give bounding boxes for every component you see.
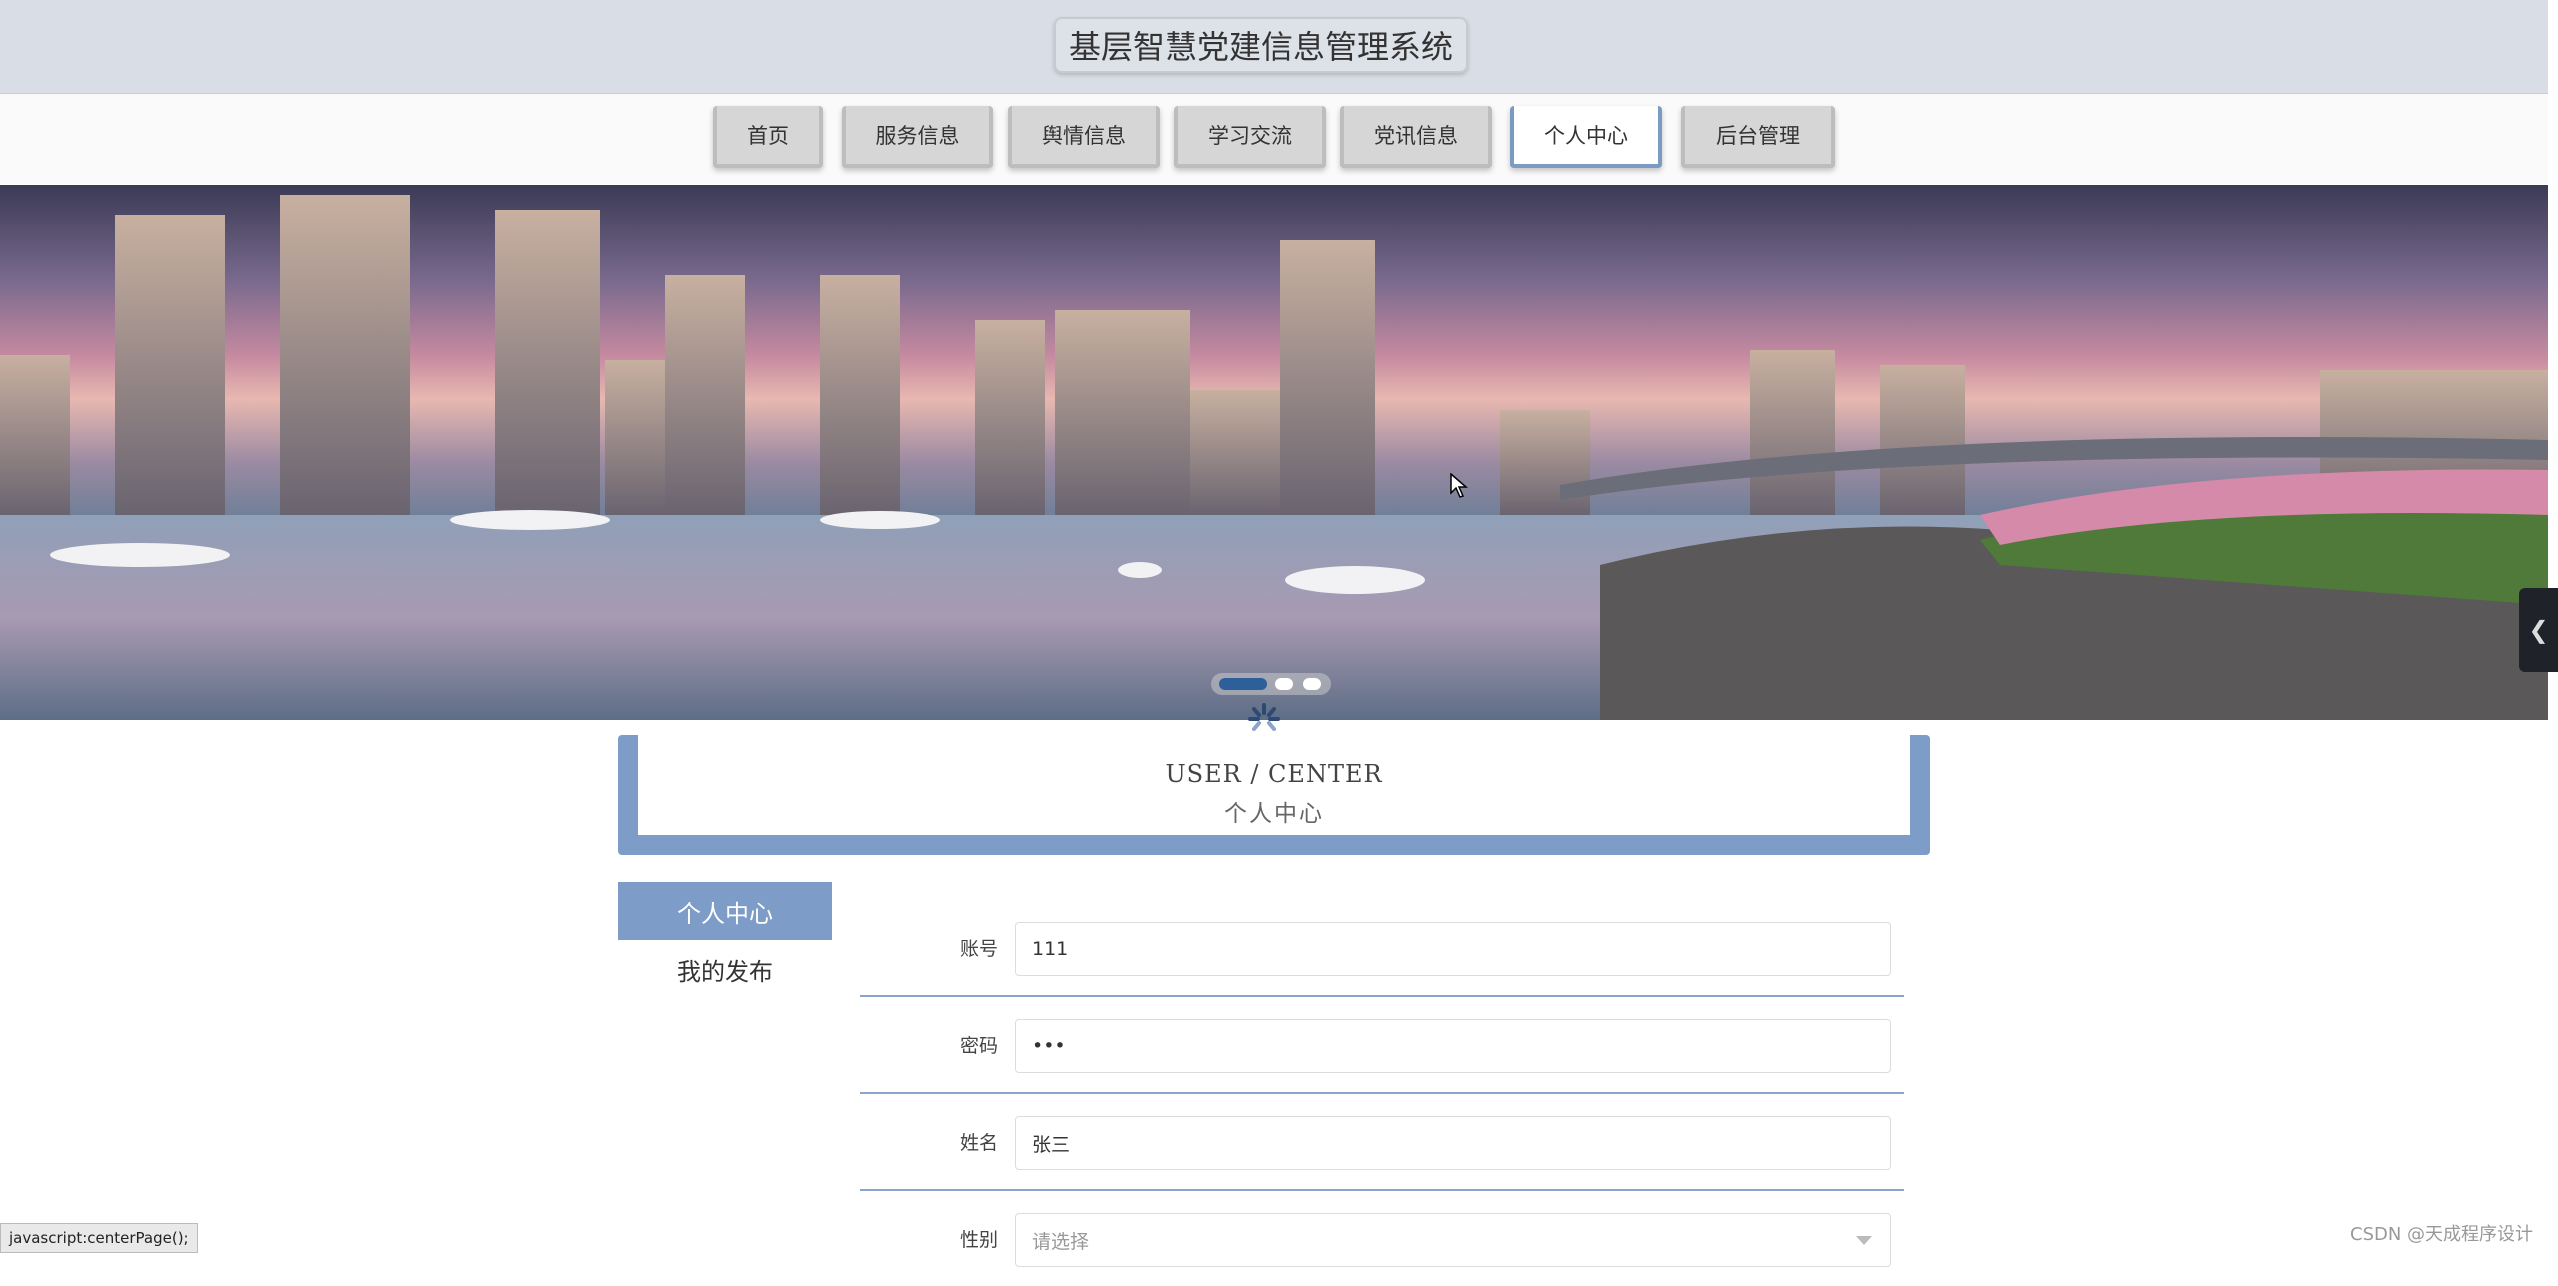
account-label: 账号 (959, 938, 998, 960)
section-title-cn: 个人中心 (1224, 801, 1324, 827)
spinner-icon (1248, 703, 1280, 731)
carousel-banner[interactable] (0, 185, 2548, 720)
form-row-account: 账号 111 (860, 900, 1904, 997)
main-nav: 首页 服务信息 舆情信息 学习交流 党讯信息 个人中心 后台管理 (0, 94, 2548, 184)
chevron-left-icon[interactable]: ❮ (2519, 588, 2558, 672)
nav-home[interactable]: 首页 (713, 106, 823, 168)
gender-label: 性别 (959, 1229, 998, 1251)
mouse-cursor-icon (1450, 473, 1468, 498)
carousel-dot-3[interactable] (1303, 678, 1321, 690)
site-title: 基层智慧党建信息管理系统 (1054, 17, 1468, 73)
chevron-down-icon (1856, 1236, 1872, 1245)
nav-personal-center[interactable]: 个人中心 (1510, 106, 1662, 168)
browser-status-bar: javascript:centerPage(); (0, 1223, 198, 1253)
watermark-text: CSDN @天成程序设计 (2350, 1224, 2534, 1245)
carousel-dot-2[interactable] (1275, 678, 1293, 690)
carousel-indicators (1211, 673, 1331, 695)
name-input[interactable]: 张三 (1015, 1116, 1891, 1170)
top-header: 基层智慧党建信息管理系统 (0, 0, 2548, 94)
gender-select-placeholder: 请选择 (1032, 1230, 1090, 1253)
nav-party-news[interactable]: 党讯信息 (1340, 106, 1492, 168)
city-skyline-image (0, 195, 2548, 720)
nav-study-exchange[interactable]: 学习交流 (1174, 106, 1326, 168)
form-row-gender: 性别 请选择 (860, 1191, 1904, 1286)
sidebar-item-my-posts[interactable]: 我的发布 (618, 940, 832, 998)
nav-service-info[interactable]: 服务信息 (842, 106, 993, 168)
name-label: 姓名 (959, 1132, 998, 1154)
section-header-inner: USER / CENTER 个人中心 (638, 735, 1910, 835)
user-sidebar: 个人中心 我的发布 (618, 882, 832, 998)
section-title-en: USER / CENTER (1165, 760, 1383, 788)
password-input[interactable]: ••• (1015, 1019, 1891, 1073)
nav-public-opinion[interactable]: 舆情信息 (1008, 106, 1160, 168)
account-input[interactable]: 111 (1015, 922, 1891, 976)
gender-select[interactable]: 请选择 (1015, 1213, 1891, 1267)
carousel-dot-1[interactable] (1219, 678, 1267, 690)
nav-admin[interactable]: 后台管理 (1681, 106, 1835, 168)
form-row-name: 姓名 张三 (860, 1094, 1904, 1191)
password-label: 密码 (959, 1035, 998, 1057)
section-header: USER / CENTER 个人中心 (618, 735, 1930, 855)
form-row-password: 密码 ••• (860, 997, 1904, 1094)
sidebar-item-personal-center[interactable]: 个人中心 (618, 882, 832, 940)
profile-form: 账号 111 密码 ••• 姓名 张三 性别 请选择 (860, 900, 1904, 1286)
